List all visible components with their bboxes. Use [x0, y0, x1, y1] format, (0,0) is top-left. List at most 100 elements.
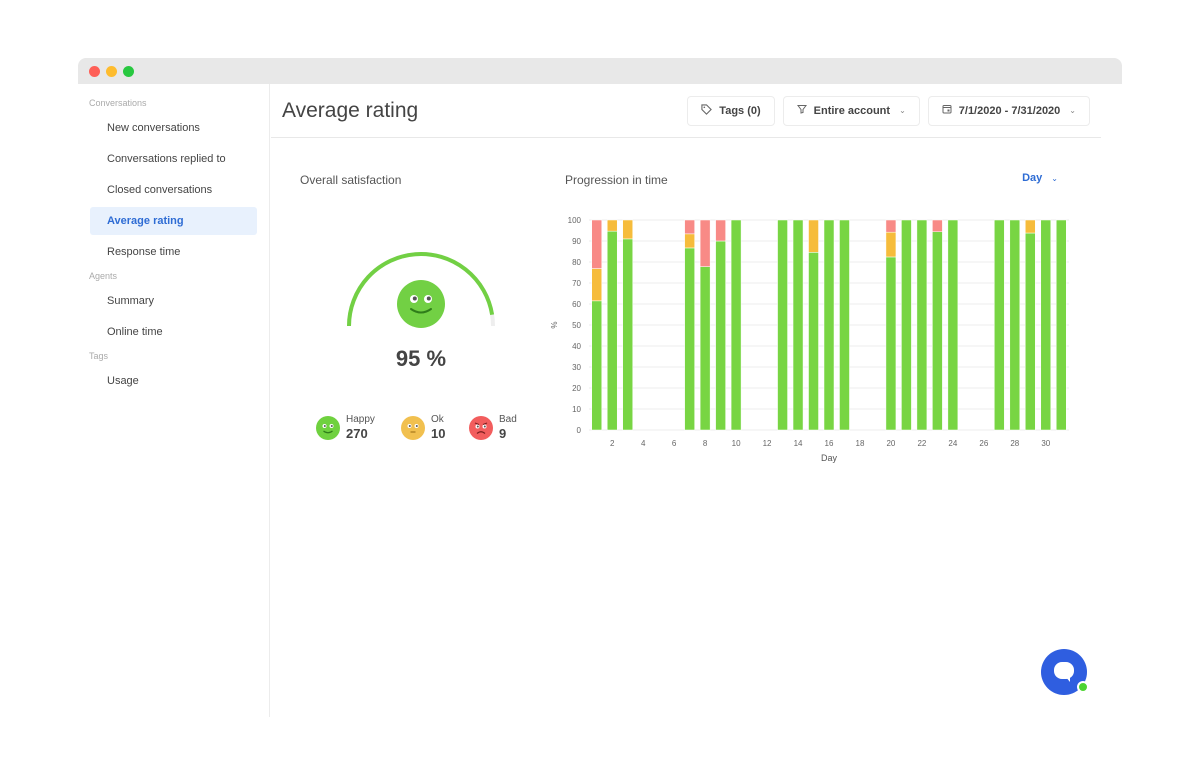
legend-label: Ok — [431, 414, 444, 425]
bar-segment-happy — [777, 219, 788, 431]
bar-segment-happy — [792, 219, 804, 431]
bar-segment-happy — [901, 219, 912, 431]
chat-bubble-tail — [1065, 676, 1070, 682]
sidebar-item-new-conversations[interactable]: New conversations — [90, 114, 257, 142]
satisfaction-percent: 95 % — [395, 346, 447, 371]
legend-bad: Bad 9 — [469, 414, 517, 441]
y-tick-label: 20 — [572, 384, 581, 393]
satisfaction-gauge — [341, 234, 501, 334]
bar-segment-bad — [885, 219, 897, 233]
maximize-window-button[interactable] — [123, 65, 134, 77]
tag-icon — [701, 103, 713, 118]
bar-segment-ok — [808, 219, 819, 253]
progression-chart: 0 10 20 30 40 50 60 70 80 90 100 2 4 6 8 10 12 14 16 18 20 22… — [550, 208, 1091, 468]
legend-value: 10 — [431, 426, 446, 441]
chat-widget-button[interactable] — [1041, 649, 1089, 695]
happy-face-icon — [397, 280, 445, 328]
bar-segment-happy — [699, 266, 711, 431]
tags-button[interactable]: Tags (0) — [687, 95, 775, 126]
x-tick-label: 4 — [641, 439, 646, 448]
chat-bubble-icon — [1054, 662, 1074, 679]
sidebar-section-agents: Agents — [89, 271, 118, 281]
y-tick-label: 0 — [577, 426, 582, 435]
online-status-indicator — [1077, 681, 1089, 693]
bar-segment-happy — [885, 256, 897, 431]
bar-segment-happy — [823, 219, 835, 431]
bar-segment-ok — [885, 231, 897, 258]
y-tick-label: 70 — [572, 279, 581, 288]
y-tick-label: 40 — [572, 342, 581, 351]
bar-segment-happy — [1056, 219, 1067, 431]
bar-segment-bad — [684, 219, 695, 235]
y-axis-label: % — [551, 321, 559, 328]
sidebar: Conversations New conversations Conversa… — [78, 84, 270, 717]
x-tick-label: 20 — [886, 439, 895, 448]
y-tick-label: 50 — [572, 321, 581, 330]
sidebar-item-online-time[interactable]: Online time — [90, 318, 257, 346]
filter-icon — [796, 104, 807, 117]
calendar-icon — [942, 104, 952, 117]
date-range-button[interactable]: 7/1/2020 - 7/31/2020 ⌄ — [927, 95, 1090, 126]
legend-label: Bad — [499, 414, 517, 425]
bar-segment-happy — [932, 231, 943, 431]
sidebar-item-summary[interactable]: Summary — [90, 287, 257, 315]
chevron-down-icon: ⌄ — [899, 106, 906, 115]
app-window: Conversations New conversations Conversa… — [78, 58, 1122, 717]
bar-segment-happy — [715, 240, 726, 431]
neutral-face-icon — [401, 415, 425, 440]
tags-button-label: Tags (0) — [719, 104, 761, 117]
bar-segment-happy — [839, 219, 850, 431]
bar-segment-bad — [932, 219, 943, 233]
x-tick-label: 6 — [672, 439, 677, 448]
bar-segment-ok — [606, 219, 618, 232]
scope-filter-label: Entire account — [813, 104, 891, 117]
x-axis-label: Day — [821, 453, 838, 463]
x-tick-label: 10 — [732, 439, 741, 448]
bar-segment-bad — [699, 219, 711, 267]
x-tick-label: 28 — [1010, 439, 1019, 448]
bar-segment-happy — [606, 230, 618, 431]
scope-filter-button[interactable]: Entire account ⌄ — [782, 95, 920, 126]
bar-segment-ok — [622, 219, 633, 240]
bar-segment-ok — [591, 268, 602, 302]
bar-segment-happy — [1025, 232, 1036, 431]
granularity-label: Day — [1022, 172, 1043, 184]
main-content: Average rating Tags (0) Entire account ⌄ — [271, 84, 1122, 717]
y-tick-label: 10 — [572, 405, 581, 414]
bar-segment-happy — [1040, 219, 1052, 431]
y-tick-label: 80 — [572, 258, 581, 267]
y-tick-label: 90 — [572, 237, 581, 246]
sidebar-item-average-rating[interactable]: Average rating — [90, 207, 257, 235]
progression-chart-svg: 01020304050607080901002 4 6 8 10 12 14 16 18 20 22… — [550, 216, 1069, 463]
sidebar-item-usage[interactable]: Usage — [90, 367, 257, 395]
legend-happy: Happy 270 — [316, 414, 375, 441]
y-tick-label: 30 — [572, 363, 581, 372]
bar-segment-happy — [947, 219, 959, 431]
bar-segment-happy — [808, 252, 819, 431]
legend-value: 9 — [499, 426, 507, 441]
x-tick-label: 2 — [610, 439, 615, 448]
x-tick-label: 18 — [856, 439, 865, 448]
y-tick-label: 60 — [572, 300, 581, 309]
x-tick-label: 22 — [917, 439, 926, 448]
page-header: Average rating Tags (0) Entire account ⌄ — [271, 84, 1101, 138]
date-range-label: 7/1/2020 - 7/31/2020 — [958, 104, 1061, 117]
sidebar-item-closed-conversations[interactable]: Closed conversations — [90, 176, 257, 204]
sidebar-item-conversations-replied-to[interactable]: Conversations replied to — [90, 145, 257, 173]
x-tick-label: 16 — [825, 439, 834, 448]
sidebar-section-conversations: Conversations — [89, 98, 147, 108]
close-window-button[interactable] — [89, 65, 100, 77]
granularity-select[interactable]: Day ⌄ — [1022, 172, 1058, 184]
y-tick-label: 100 — [568, 216, 582, 225]
progression-title: Progression in time — [565, 173, 668, 187]
sidebar-section-tags: Tags — [89, 351, 109, 361]
minimize-window-button[interactable] — [106, 65, 117, 77]
x-tick-label: 26 — [979, 439, 988, 448]
bar-segment-bad — [715, 219, 726, 242]
sidebar-item-response-time[interactable]: Response time — [90, 238, 257, 266]
bar-segment-happy — [994, 219, 1005, 431]
chevron-down-icon: ⌄ — [1069, 106, 1076, 115]
bar-segment-happy — [730, 219, 742, 431]
legend-value: 270 — [346, 426, 368, 441]
title-bar — [78, 58, 1122, 84]
